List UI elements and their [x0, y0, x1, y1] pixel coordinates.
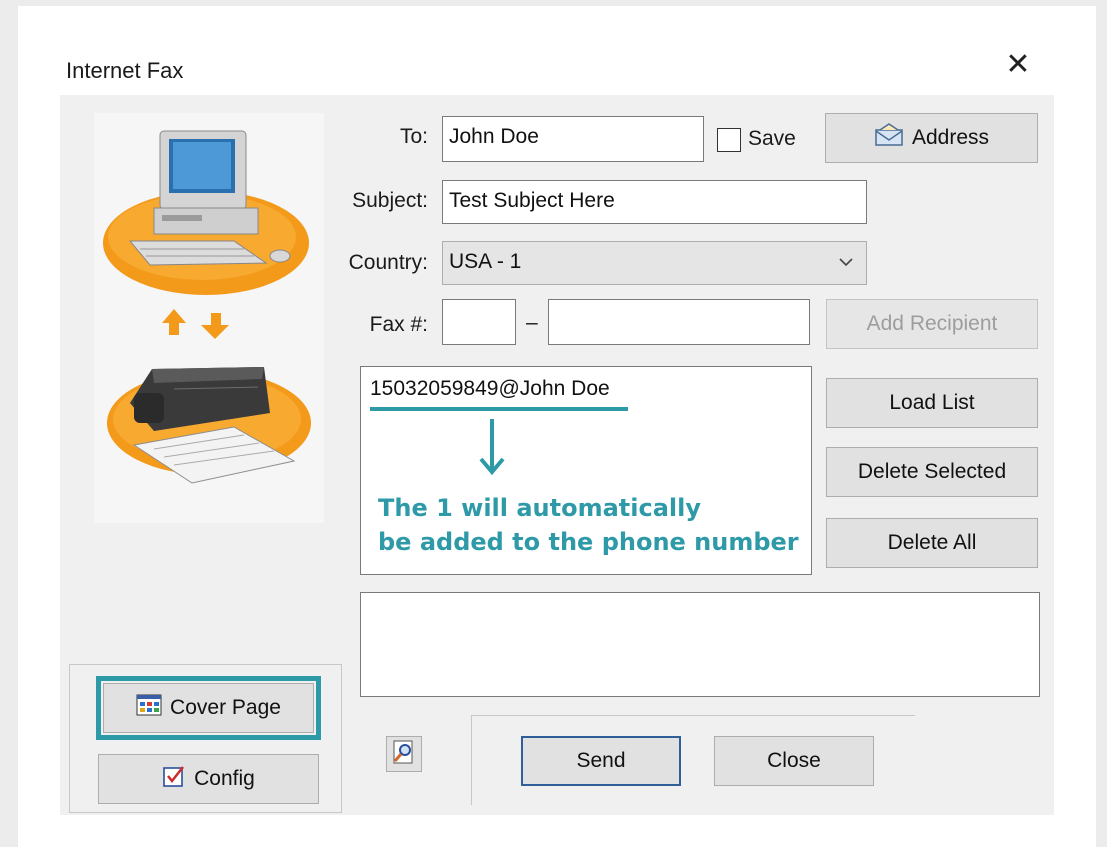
fax-area-code-input[interactable]	[442, 299, 516, 345]
arrow-down-icon	[477, 417, 507, 483]
address-button[interactable]: Address	[825, 113, 1038, 163]
country-label: Country:	[348, 251, 428, 274]
dialog-body: To: John Doe Save Address Subject: Test …	[60, 95, 1054, 815]
window-title: Internet Fax	[66, 58, 184, 83]
message-area[interactable]	[360, 592, 1040, 697]
fax-number-input[interactable]	[548, 299, 810, 345]
subject-input[interactable]: Test Subject Here	[442, 180, 867, 224]
recipient-list[interactable]: 15032059849@John Doe The 1 will automati…	[360, 366, 812, 575]
computer-fax-illustration	[103, 130, 311, 484]
list-item[interactable]: 15032059849@John Doe	[370, 377, 802, 401]
annotation-line-1: The 1 will automatically	[378, 494, 702, 522]
close-icon[interactable]: ✕	[1003, 50, 1033, 80]
internet-fax-window: Internet Fax ✕ To: John Doe Save Address…	[18, 6, 1096, 847]
preview-button[interactable]	[386, 736, 422, 772]
fax-separator: –	[526, 311, 538, 334]
arrow-up-icon	[162, 309, 186, 335]
load-list-button[interactable]: Load List	[826, 378, 1038, 428]
close-button[interactable]: Close	[714, 736, 874, 786]
mouse-icon	[269, 249, 291, 263]
config-button[interactable]: Config	[98, 754, 319, 804]
delete-all-button[interactable]: Delete All	[826, 518, 1038, 568]
to-input[interactable]: John Doe	[442, 116, 704, 162]
cover-page-label: Cover Page	[170, 696, 281, 719]
add-recipient-button[interactable]: Add Recipient	[826, 299, 1038, 349]
fax-label: Fax #:	[369, 313, 428, 336]
country-value: USA - 1	[449, 250, 522, 273]
config-label: Config	[194, 767, 255, 790]
subject-label: Subject:	[352, 189, 428, 212]
envelope-icon	[874, 123, 904, 153]
chevron-down-icon	[838, 242, 854, 284]
save-checkbox[interactable]	[717, 128, 741, 152]
fax-illustration	[94, 113, 324, 523]
send-button[interactable]: Send	[521, 736, 681, 786]
save-label: Save	[748, 127, 796, 150]
address-label: Address	[911, 126, 990, 149]
country-select[interactable]: USA - 1	[442, 241, 867, 285]
cover-page-button[interactable]: Cover Page	[103, 683, 314, 733]
to-label: To:	[399, 125, 428, 148]
delete-selected-button[interactable]: Delete Selected	[826, 447, 1038, 497]
grid-icon	[136, 694, 162, 722]
checkbox-icon	[162, 764, 186, 794]
annotation-line-2: be added to the phone number	[378, 528, 799, 556]
annotation-underline	[370, 407, 628, 411]
magnifier-icon	[391, 739, 417, 770]
arrow-down-icon	[201, 313, 229, 339]
